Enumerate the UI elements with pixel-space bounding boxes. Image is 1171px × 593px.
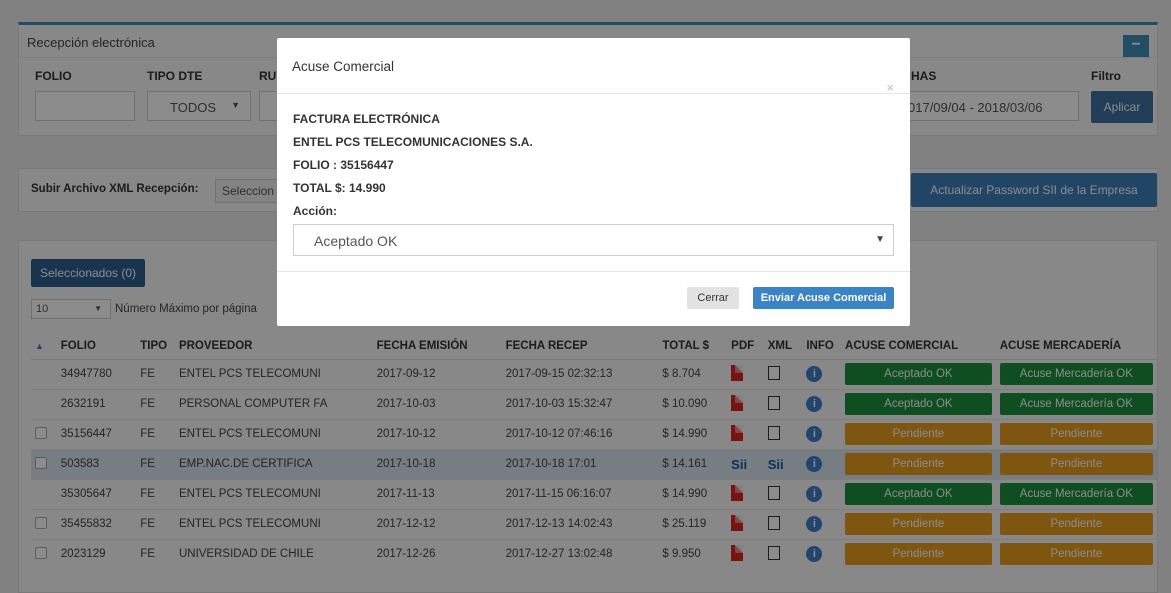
enviar-acuse-button[interactable]: Enviar Acuse Comercial [753, 287, 894, 309]
folio-value: FOLIO : 35156447 [293, 158, 394, 172]
accion-select[interactable]: Aceptado OK ▼ [293, 224, 894, 256]
modal-body: FACTURA ELECTRÓNICA ENTEL PCS TELECOMUNI… [277, 94, 910, 272]
cerrar-button[interactable]: Cerrar [687, 287, 739, 309]
modal-footer: Cerrar Enviar Acuse Comercial [277, 272, 910, 325]
accion-label: Acción: [293, 204, 338, 218]
close-icon[interactable]: × [886, 80, 894, 95]
total-value: TOTAL $: 14.990 [293, 181, 386, 195]
acuse-comercial-modal: Acuse Comercial × FACTURA ELECTRÓNICA EN… [277, 38, 910, 326]
modal-header: Acuse Comercial × [277, 38, 910, 95]
company-name: ENTEL PCS TELECOMUNICACIONES S.A. [293, 135, 533, 149]
doc-type: FACTURA ELECTRÓNICA [293, 112, 440, 126]
accion-value: Aceptado OK [314, 233, 398, 249]
modal-title: Acuse Comercial [292, 59, 395, 74]
chevron-down-icon: ▼ [875, 234, 885, 245]
